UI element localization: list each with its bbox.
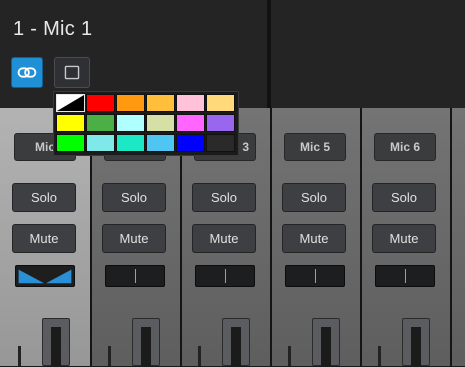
volume-fader[interactable] bbox=[132, 318, 160, 367]
channel-strip-next bbox=[450, 108, 465, 366]
volume-fader[interactable] bbox=[42, 318, 70, 367]
color-swatch-orange[interactable] bbox=[116, 94, 145, 112]
color-swatch-amber[interactable] bbox=[146, 94, 175, 112]
solo-button[interactable]: Solo bbox=[282, 183, 346, 212]
mute-button[interactable]: Mute bbox=[372, 224, 436, 253]
stereo-pan-icon bbox=[18, 269, 72, 284]
level-meter bbox=[18, 346, 21, 366]
color-swatch-aqua[interactable] bbox=[86, 134, 115, 152]
pan-control[interactable] bbox=[195, 265, 255, 287]
level-meter bbox=[378, 346, 381, 366]
color-swatch-red[interactable] bbox=[86, 94, 115, 112]
color-swatch-purple[interactable] bbox=[206, 114, 235, 132]
level-meter bbox=[198, 346, 201, 366]
color-palette-popup bbox=[53, 91, 239, 156]
square-outline-icon bbox=[64, 65, 80, 80]
level-meter bbox=[288, 346, 291, 366]
pan-control[interactable] bbox=[15, 265, 75, 287]
color-swatch-green[interactable] bbox=[86, 114, 115, 132]
color-swatch-yellow[interactable] bbox=[56, 114, 85, 132]
level-meter bbox=[108, 346, 111, 366]
mute-button[interactable]: Mute bbox=[12, 224, 76, 253]
solo-button[interactable]: Solo bbox=[372, 183, 436, 212]
color-swatch-pink[interactable] bbox=[176, 94, 205, 112]
volume-fader[interactable] bbox=[312, 318, 340, 367]
header-divider bbox=[269, 0, 271, 108]
link-toggle-button[interactable] bbox=[11, 57, 43, 88]
color-swatch-dark[interactable] bbox=[206, 134, 235, 152]
color-swatch-khaki[interactable] bbox=[146, 114, 175, 132]
track-title: 1 - Mic 1 bbox=[13, 18, 93, 40]
solo-button[interactable]: Solo bbox=[192, 183, 256, 212]
color-swatch-blue[interactable] bbox=[176, 134, 205, 152]
mute-button[interactable]: Mute bbox=[102, 224, 166, 253]
pan-control[interactable] bbox=[105, 265, 165, 287]
channel-name-button[interactable]: Mic 6 bbox=[374, 133, 436, 161]
solo-button[interactable]: Solo bbox=[102, 183, 166, 212]
color-swatch-bright-green[interactable] bbox=[56, 134, 85, 152]
color-swatch-magenta[interactable] bbox=[176, 114, 205, 132]
color-swatch-sky-blue[interactable] bbox=[146, 134, 175, 152]
color-swatch-turquoise[interactable] bbox=[116, 134, 145, 152]
solo-button[interactable]: Solo bbox=[12, 183, 76, 212]
volume-fader[interactable] bbox=[402, 318, 430, 367]
color-swatch-sand[interactable] bbox=[206, 94, 235, 112]
color-swatch-light-cyan[interactable] bbox=[116, 114, 145, 132]
mute-button[interactable]: Mute bbox=[192, 224, 256, 253]
color-picker-button[interactable] bbox=[54, 57, 90, 88]
color-swatch-none[interactable] bbox=[56, 94, 85, 112]
link-chain-icon bbox=[17, 67, 37, 78]
pan-control[interactable] bbox=[375, 265, 435, 287]
track-header-right bbox=[270, 0, 465, 108]
pan-control[interactable] bbox=[285, 265, 345, 287]
mute-button[interactable]: Mute bbox=[282, 224, 346, 253]
volume-fader[interactable] bbox=[222, 318, 250, 367]
channel-name-button[interactable]: Mic 5 bbox=[284, 133, 346, 161]
